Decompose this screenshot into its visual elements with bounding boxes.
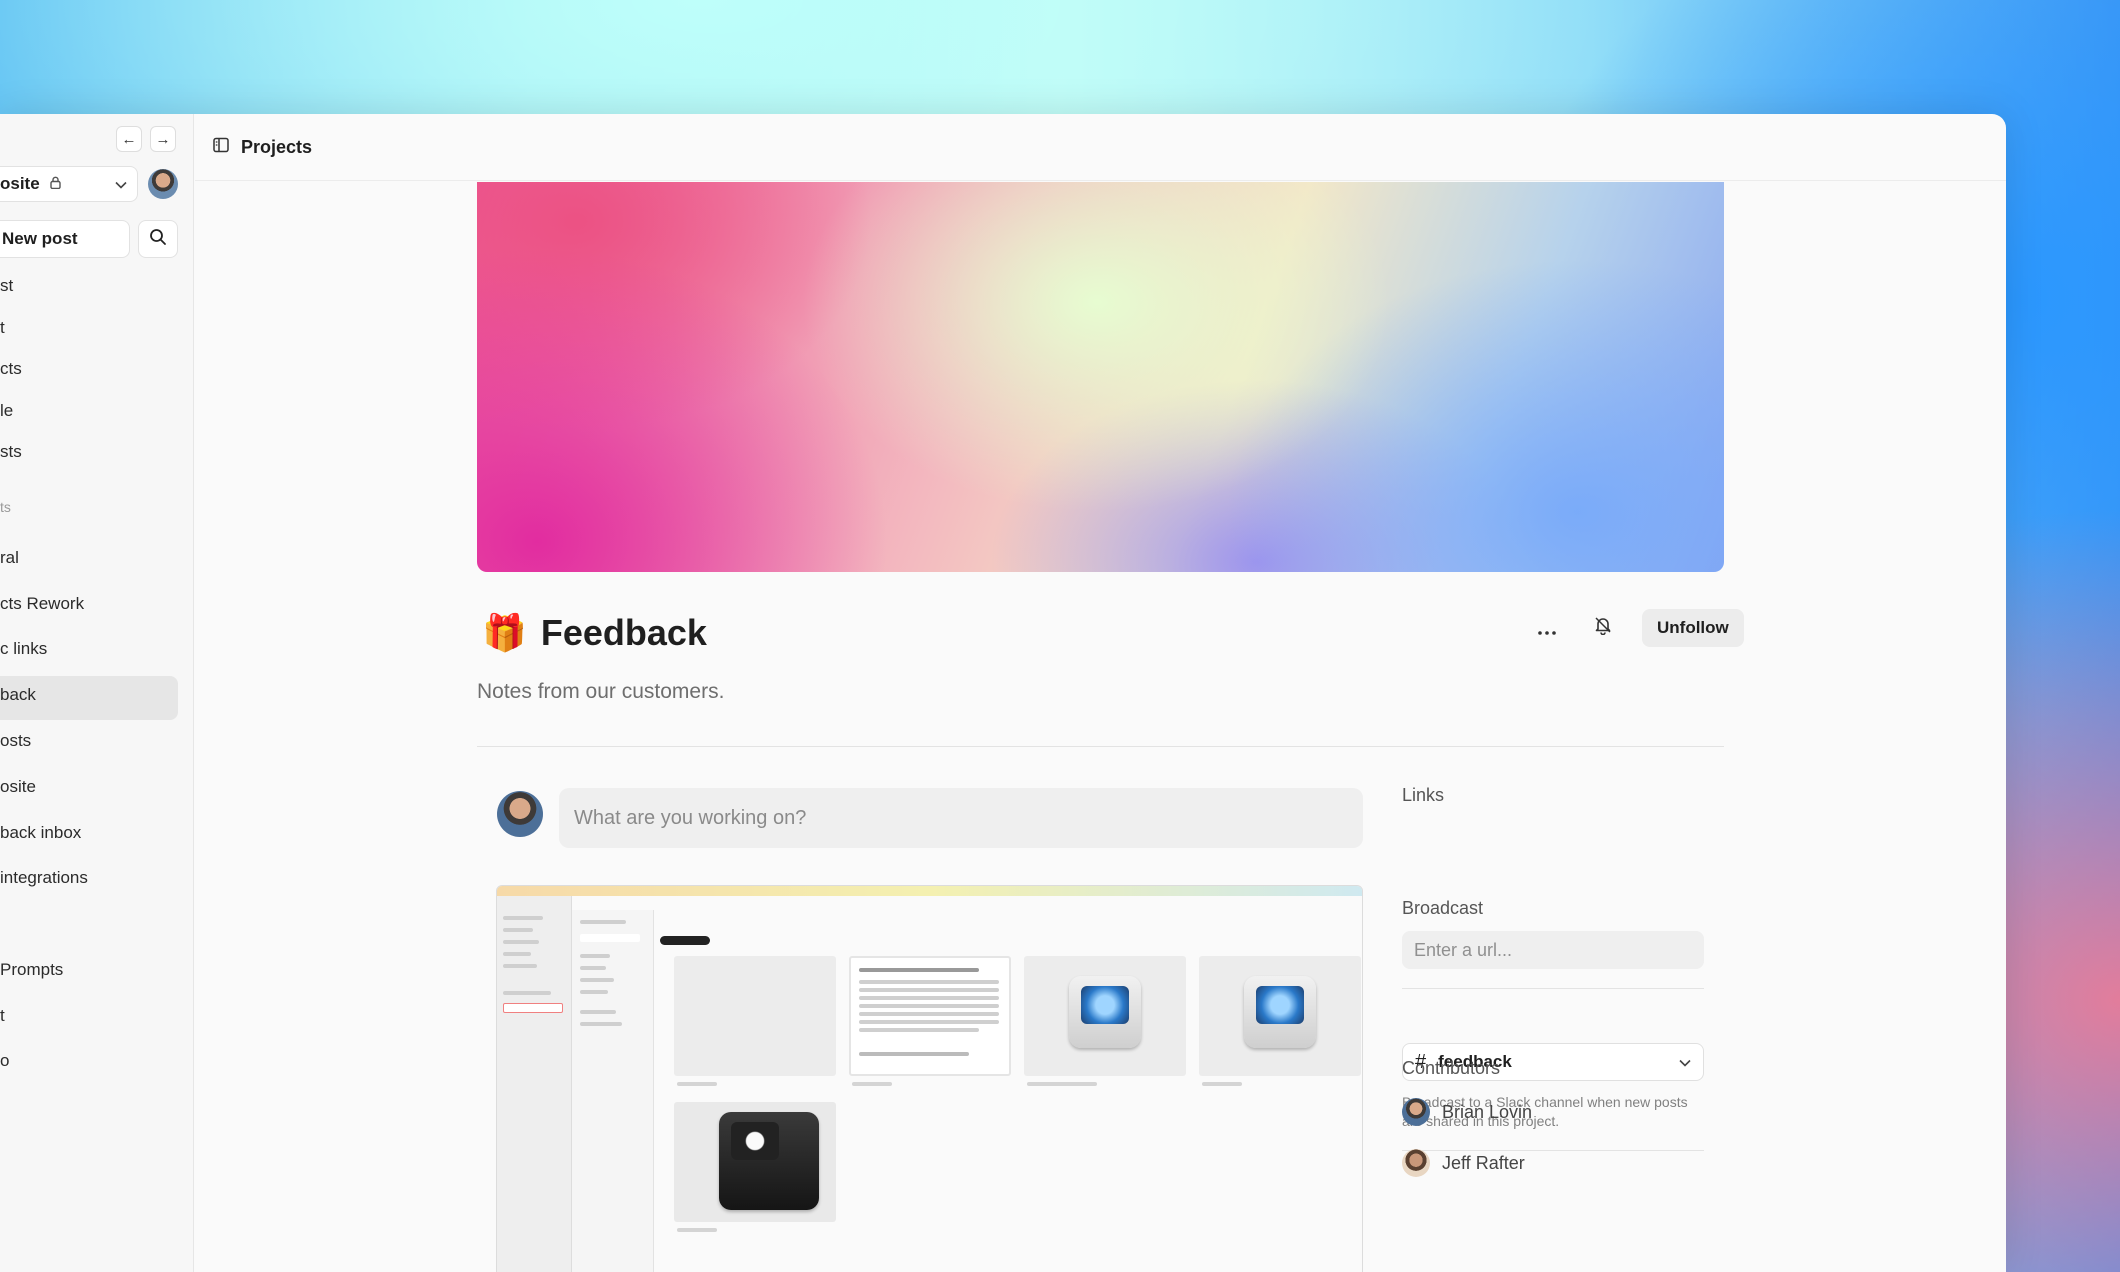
sidebar-item[interactable]: o — [0, 1051, 9, 1071]
workspace-row: osite — [0, 166, 182, 202]
contributor-name: Brian Lovin — [1442, 1101, 1533, 1122]
divider — [477, 746, 1724, 747]
top-bar: Projects — [195, 114, 2006, 181]
arrow-left-icon: ← — [121, 130, 137, 148]
avatar — [1402, 1098, 1430, 1126]
unfollow-button[interactable]: Unfollow — [1642, 609, 1744, 647]
workspace-switcher[interactable]: osite — [0, 166, 138, 202]
user-avatar[interactable] — [148, 169, 178, 199]
more-button[interactable] — [1530, 611, 1564, 645]
sidebar-item[interactable]: t — [0, 1006, 5, 1026]
sidebar-section-heading: ts — [0, 499, 11, 515]
sidebar-toggle-icon[interactable] — [213, 137, 229, 158]
sidebar-project-item-active[interactable]: back — [0, 685, 36, 705]
project-cover-image — [477, 182, 1724, 572]
arrow-right-icon: → — [155, 130, 171, 148]
links-label: Links — [1402, 785, 1445, 805]
attachment-card — [1024, 956, 1186, 1076]
project-heading: 🎁 Feedback — [482, 612, 707, 654]
back-button[interactable]: ← — [116, 126, 142, 152]
attachment-sidebar — [497, 896, 572, 1272]
sidebar-item[interactable]: st — [0, 276, 13, 296]
attachment-card — [674, 956, 836, 1076]
app-window: ← → osite New post st t cts le sts ts ra… — [0, 114, 2006, 1272]
sidebar-item[interactable]: sts — [0, 442, 22, 462]
project-description: Notes from our customers. — [477, 680, 725, 703]
sidebar-item[interactable]: le — [0, 401, 13, 421]
notifications-button[interactable] — [1586, 611, 1620, 645]
sidebar: ← → osite New post st t cts le sts ts ra… — [0, 114, 194, 1272]
project-actions: Unfollow — [1530, 609, 1744, 647]
attachment-date-tag — [660, 936, 710, 945]
new-post-button[interactable]: New post — [0, 220, 130, 258]
composer-avatar — [497, 791, 543, 837]
forward-button[interactable]: → — [150, 126, 176, 152]
sidebar-item[interactable]: Prompts — [0, 960, 63, 980]
workspace-name: osite — [0, 174, 40, 193]
ellipsis-icon — [1538, 615, 1556, 641]
history-nav: ← → — [116, 126, 176, 152]
broadcast-label: Broadcast — [1402, 898, 1484, 918]
url-input[interactable]: Enter a url... — [1402, 931, 1704, 969]
divider — [1402, 988, 1704, 989]
sidebar-project-item[interactable]: osite — [0, 777, 36, 797]
contributor-item[interactable]: Jeff Rafter — [1402, 1149, 1525, 1177]
attachment-nav — [572, 910, 654, 1272]
post-composer-input[interactable]: What are you working on? — [559, 788, 1363, 848]
sidebar-project-item[interactable]: integrations — [0, 868, 88, 888]
contributor-item[interactable]: Brian Lovin — [1402, 1098, 1532, 1126]
gift-icon: 🎁 — [482, 612, 527, 653]
attachment-menubar — [497, 886, 1362, 896]
newpost-row: New post — [0, 220, 178, 258]
chevron-down-icon — [115, 177, 127, 192]
sidebar-item[interactable]: t — [0, 318, 5, 338]
bell-icon — [1593, 615, 1613, 641]
sidebar-project-item[interactable]: osts — [0, 731, 31, 751]
lock-icon — [49, 176, 61, 192]
page-title: Projects — [241, 136, 313, 157]
sidebar-project-item[interactable]: back inbox — [0, 823, 81, 843]
search-button[interactable] — [138, 220, 178, 258]
search-icon — [149, 228, 167, 251]
contributor-name: Jeff Rafter — [1442, 1152, 1525, 1173]
contributors-label: Contributors — [1402, 1058, 1501, 1078]
attachment-card — [674, 1102, 836, 1222]
post-attachment-image[interactable] — [496, 885, 1363, 1272]
sidebar-item[interactable]: cts — [0, 359, 22, 379]
sidebar-project-item[interactable]: c links — [0, 639, 47, 659]
avatar — [1402, 1149, 1430, 1177]
attachment-card — [849, 956, 1011, 1076]
attachment-card — [1199, 956, 1361, 1076]
chevron-down-icon — [1679, 1055, 1691, 1070]
sidebar-project-item[interactable]: ral — [0, 548, 19, 568]
project-title: Feedback — [540, 612, 707, 653]
sidebar-project-item[interactable]: cts Rework — [0, 594, 84, 614]
